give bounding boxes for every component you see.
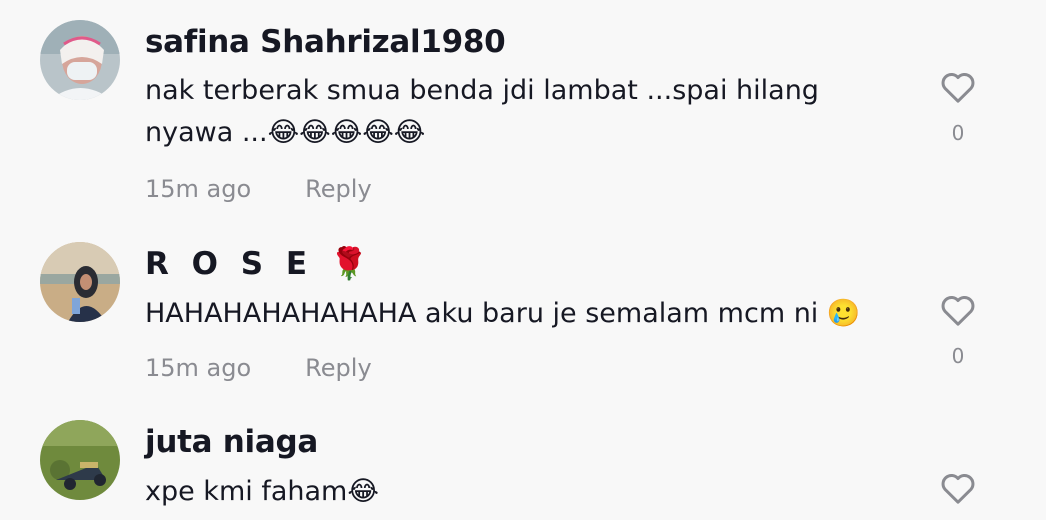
- heart-outline-icon[interactable]: [938, 468, 978, 508]
- heart-outline-icon[interactable]: [938, 67, 978, 107]
- comment-username[interactable]: R O S E 🌹: [145, 245, 375, 282]
- comment-text: xpe kmi faham😂: [145, 476, 379, 507]
- comment-username[interactable]: juta niaga: [145, 424, 318, 460]
- like-count: 0: [951, 121, 965, 145]
- avatar[interactable]: [40, 420, 120, 500]
- comment-meta: 15m ago Reply: [145, 354, 372, 382]
- comment-item: safina Shahrizal1980 nak terberak smua b…: [0, 0, 1046, 225]
- comment-text: nak terberak smua benda jdi lambat ...sp…: [145, 75, 819, 148]
- comment-meta: 15m ago Reply: [145, 175, 372, 203]
- comment-item: juta niaga xpe kmi faham😂: [0, 400, 1046, 520]
- avatar[interactable]: [40, 20, 120, 100]
- comment-timestamp: 15m ago: [145, 175, 252, 203]
- like-count: 0: [951, 344, 965, 368]
- reply-button[interactable]: Reply: [305, 354, 371, 382]
- comment-username[interactable]: safina Shahrizal1980: [145, 24, 506, 60]
- comment-text: HAHAHAHAHAHAHA aku baru je semalam mcm n…: [145, 298, 861, 329]
- comment-timestamp: 15m ago: [145, 354, 252, 382]
- heart-outline-icon[interactable]: [938, 290, 978, 330]
- avatar[interactable]: [40, 242, 120, 322]
- reply-button[interactable]: Reply: [305, 175, 371, 203]
- comment-item: R O S E 🌹 HAHAHAHAHAHAHA aku baru je sem…: [0, 225, 1046, 400]
